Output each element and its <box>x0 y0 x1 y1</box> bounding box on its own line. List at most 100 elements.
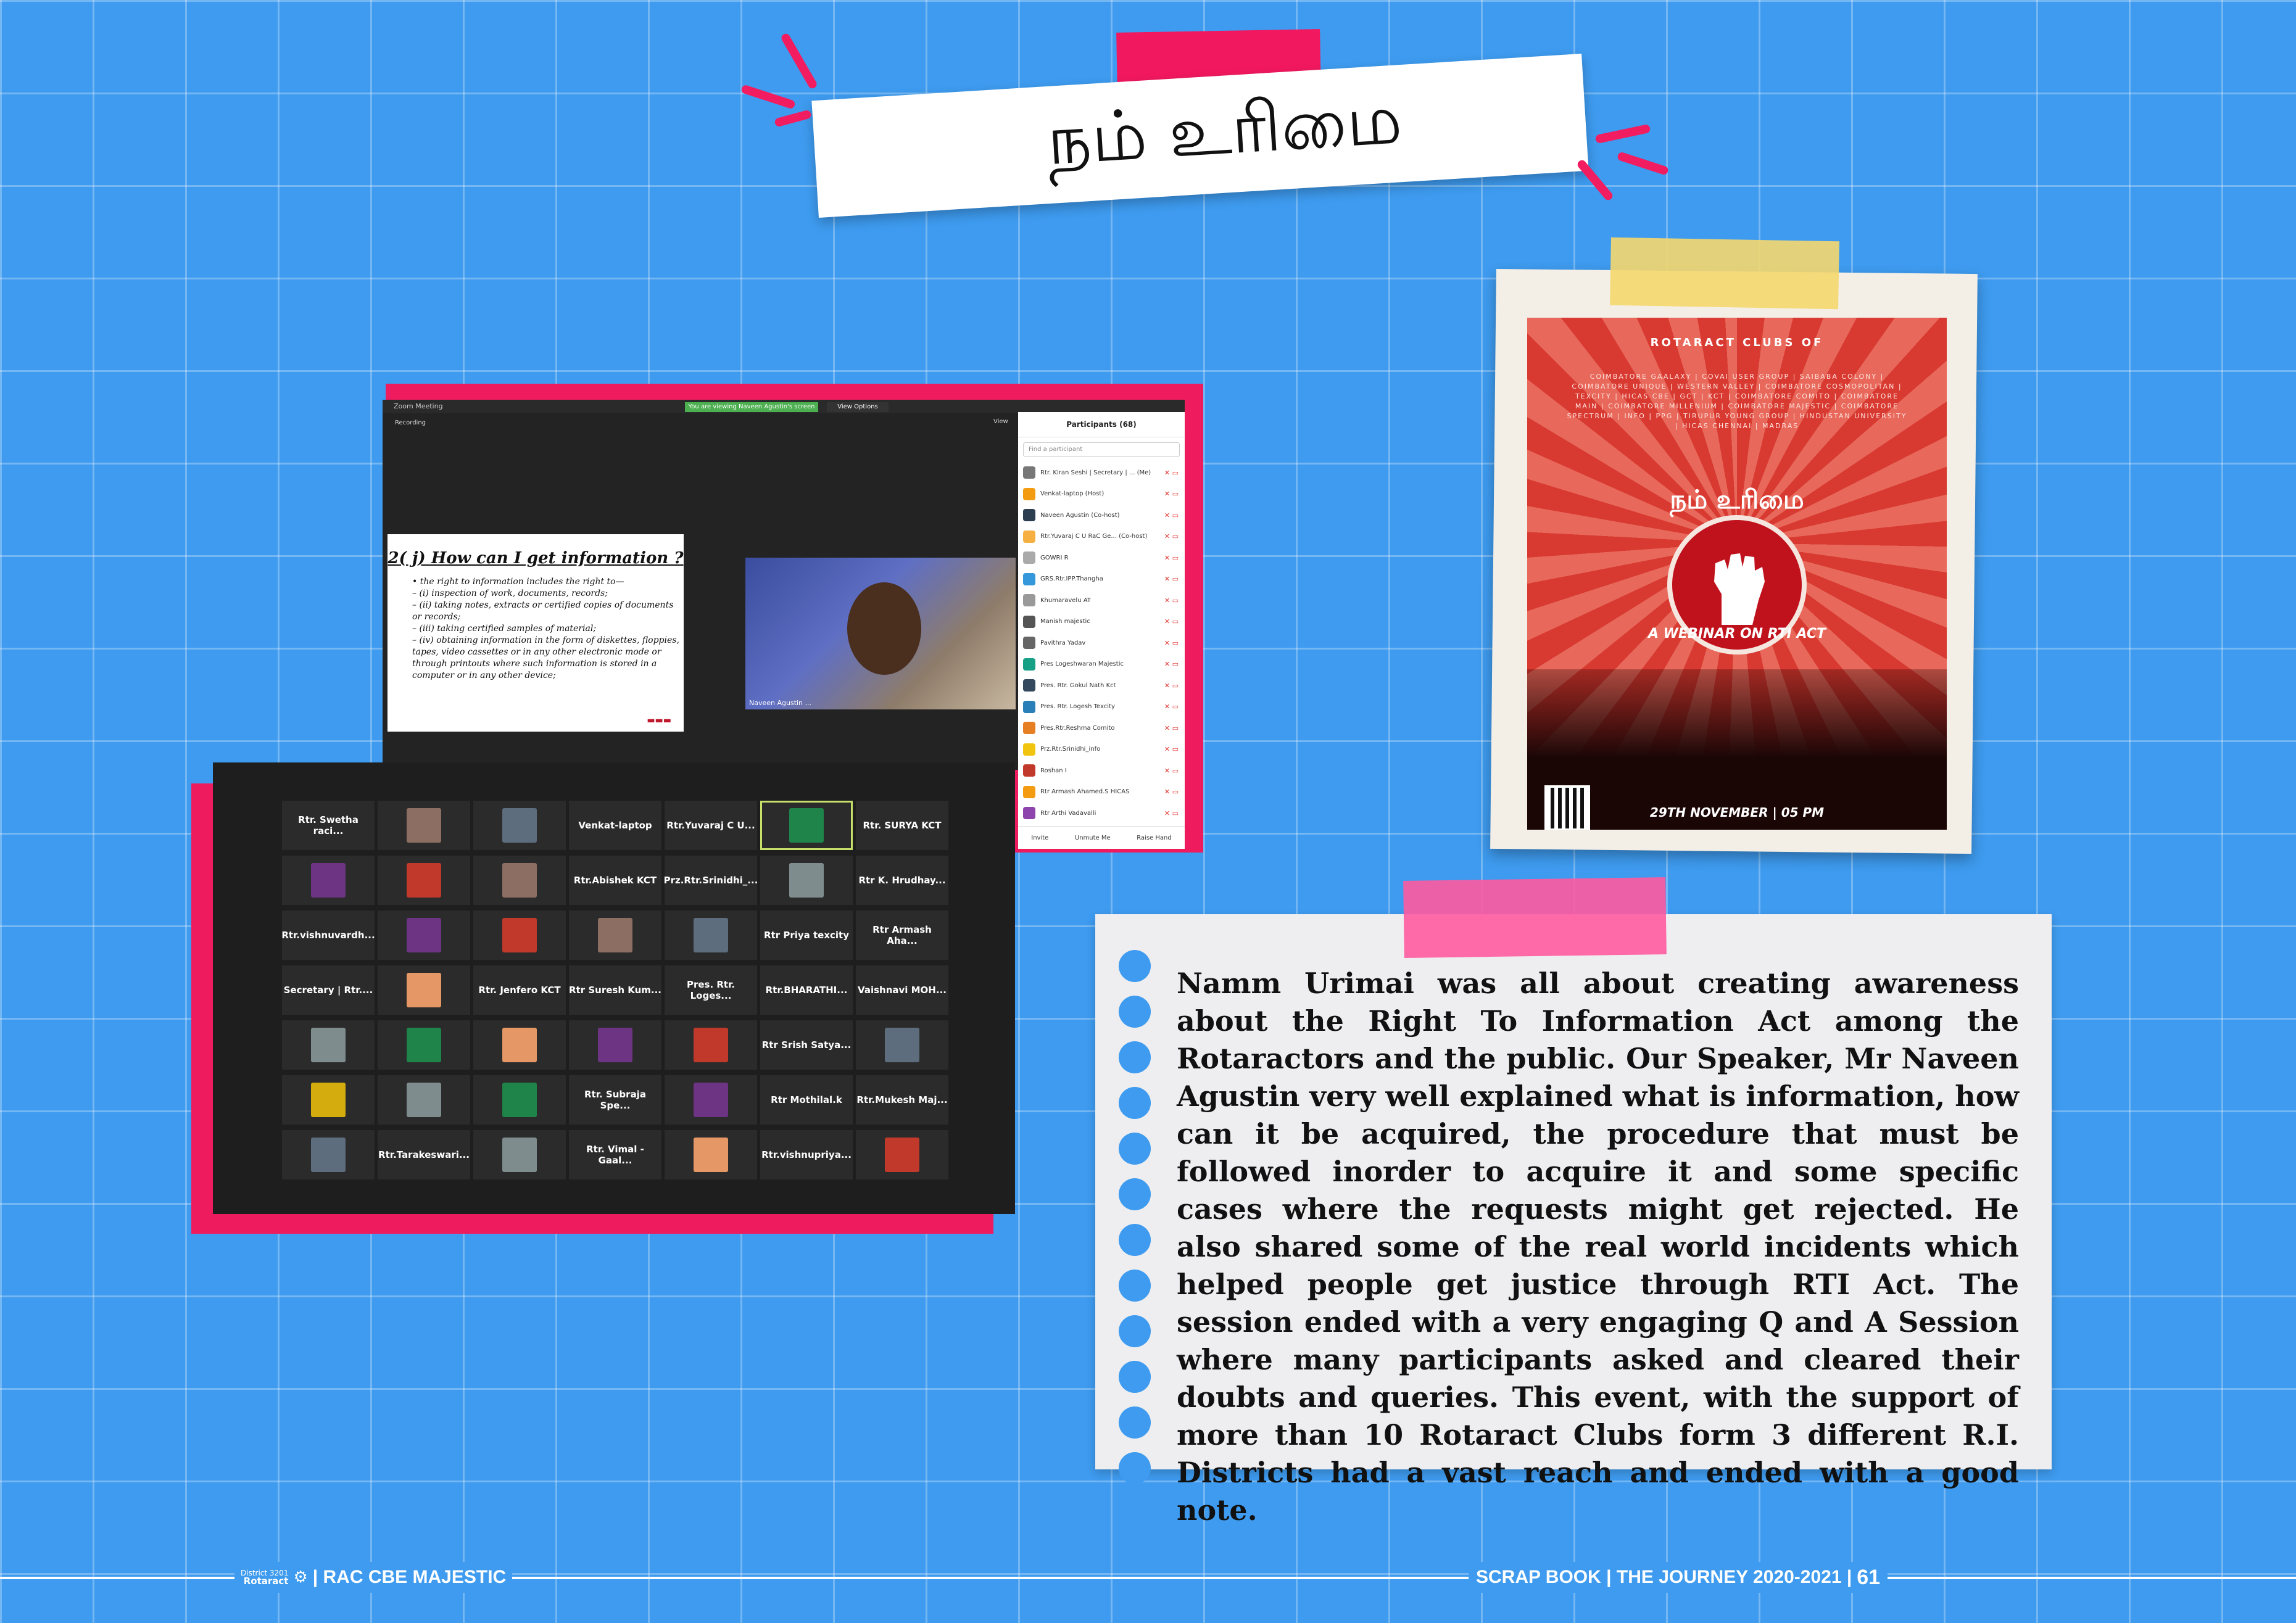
participant-row[interactable]: Pavithra Yadav ✕ ▭ <box>1018 632 1185 654</box>
webinar-poster: ROTARACT CLUBS OF COIMBATORE GAALAXY | C… <box>1527 318 1947 830</box>
participant-tile[interactable]: Rtr Armash Aha... <box>856 911 948 960</box>
participant-tile[interactable] <box>569 911 661 960</box>
participant-tile[interactable]: Vaishnavi MOH... <box>856 965 948 1015</box>
participant-avatar <box>1023 530 1035 543</box>
participant-photo <box>407 1028 441 1062</box>
participant-tile[interactable] <box>665 1130 757 1179</box>
participant-tile[interactable]: Prz.Rtr.Srinidhi_... <box>664 856 758 905</box>
participant-photo <box>694 1083 728 1117</box>
participant-tile[interactable] <box>760 801 853 850</box>
participant-tile[interactable] <box>473 911 566 960</box>
participant-tile[interactable]: Rtr K. Hrudhay... <box>856 856 948 905</box>
participant-tile[interactable]: Rtr Srish Satya... <box>760 1020 853 1070</box>
participant-tile[interactable] <box>856 1130 948 1179</box>
participant-tile[interactable] <box>378 911 470 960</box>
participant-tile[interactable] <box>473 1020 566 1070</box>
participant-row[interactable]: Manish majestic ✕ ▭ <box>1018 611 1185 633</box>
participant-tile[interactable] <box>282 1020 375 1070</box>
participant-row[interactable]: Naveen Agustin (Co-host) ✕ ▭ <box>1018 505 1185 526</box>
participant-tile[interactable]: Rtr Mothilal.k <box>760 1075 853 1125</box>
participant-name: Pres. Rtr. Gokul Nath Kct <box>1040 682 1116 689</box>
binder-hole <box>1119 1178 1151 1210</box>
invite-button[interactable]: Invite <box>1031 835 1048 841</box>
participant-tile[interactable]: Rtr Priya texcity <box>760 911 853 960</box>
participant-row[interactable]: Rtr. Kiran Seshi | Secretary | ... (Me) ✕… <box>1018 462 1185 484</box>
participant-tile[interactable] <box>856 1020 948 1070</box>
participant-tile[interactable]: Rtr.BHARATHI... <box>760 965 853 1015</box>
spark-decoration <box>1594 123 1651 144</box>
participant-tile[interactable] <box>282 1075 375 1125</box>
participant-tile[interactable] <box>473 1130 566 1179</box>
participant-tile[interactable]: Venkat-laptop <box>569 801 661 850</box>
participant-tile[interactable]: Rtr. Swetha raci... <box>282 801 375 850</box>
participant-photo <box>789 863 824 898</box>
slide-line: – (iii) taking certified samples of mate… <box>412 624 597 634</box>
participant-tile[interactable] <box>473 801 566 850</box>
participant-tile[interactable] <box>378 1020 470 1070</box>
participant-tile[interactable]: Rtr.Abishek KCT <box>569 856 661 905</box>
poster-heading: ROTARACT CLUBS OF <box>1650 336 1824 349</box>
participant-tile[interactable]: Rtr. Jenfero KCT <box>473 965 566 1015</box>
participant-tile[interactable] <box>282 856 375 905</box>
spark-decoration <box>779 32 819 90</box>
binder-hole <box>1119 1452 1151 1484</box>
participant-tile[interactable]: Rtr.Yuvaraj C U... <box>665 801 757 850</box>
view-options-button[interactable]: View Options <box>827 402 889 412</box>
view-button[interactable]: View <box>993 418 1008 425</box>
slide-heading: 2( j) How can I get information ? <box>388 549 684 568</box>
participant-row[interactable]: Pres. Rtr. Logesh Texcity ✕ ▭ <box>1018 696 1185 718</box>
screen-share-notice: You are viewing Naveen Agustin's screen <box>685 402 818 412</box>
participant-photo <box>502 808 537 843</box>
participant-avatar <box>1023 679 1035 692</box>
poster-tape <box>1610 237 1839 310</box>
participant-tile[interactable] <box>760 856 853 905</box>
participant-tile[interactable] <box>282 1130 375 1179</box>
raise-hand-button[interactable]: Raise Hand <box>1137 835 1172 841</box>
participant-photo <box>407 973 441 1007</box>
muted-mic-icon: ✕ ▭ <box>1164 638 1179 647</box>
participant-tile[interactable] <box>378 965 470 1015</box>
binder-hole <box>1119 1361 1151 1393</box>
participant-row[interactable]: Venkat-laptop (Host) ✕ ▭ <box>1018 484 1185 505</box>
participant-tile[interactable]: Rtr.Mukesh Maj... <box>856 1075 948 1125</box>
participant-tile[interactable]: Rtr.vishnuvardh... <box>281 911 375 960</box>
participant-tile[interactable] <box>378 856 470 905</box>
participant-row[interactable]: Rtr.Yuvaraj C U RaC Ge... (Co-host) ✕ ▭ <box>1018 526 1185 548</box>
participant-tile[interactable] <box>665 1020 757 1070</box>
participant-row[interactable]: Roshan I ✕ ▭ <box>1018 760 1185 782</box>
participant-tile[interactable]: Rtr Suresh Kum... <box>569 965 661 1015</box>
participant-photo <box>885 1138 919 1172</box>
participant-tile[interactable] <box>665 911 757 960</box>
participant-photo <box>407 808 441 843</box>
participant-tile[interactable]: Rtr. Vimal - Gaal... <box>569 1130 661 1179</box>
participant-avatar <box>1023 637 1035 650</box>
participant-row[interactable]: GOWRI R ✕ ▭ <box>1018 547 1185 569</box>
participant-tile[interactable] <box>473 856 566 905</box>
participant-row[interactable]: GRS.Rtr.IPP.Thangha ✕ ▭ <box>1018 569 1185 590</box>
participant-tile[interactable] <box>569 1020 661 1070</box>
participant-row[interactable]: Rtr Armash Ahamed.S HICAS ✕ ▭ <box>1018 782 1185 803</box>
participant-search-input[interactable]: Find a participant <box>1023 442 1180 457</box>
spark-decoration <box>1575 158 1615 202</box>
participant-tile[interactable]: Rtr.vishnupriya... <box>760 1130 853 1179</box>
participant-tile[interactable] <box>378 801 470 850</box>
participant-tile[interactable] <box>665 1075 757 1125</box>
participant-row[interactable]: Pres. Rtr. Gokul Nath Kct ✕ ▭ <box>1018 675 1185 696</box>
muted-mic-icon: ✕ ▭ <box>1164 468 1179 477</box>
participant-row[interactable]: Khumaravelu AT ✕ ▭ <box>1018 590 1185 611</box>
participant-tile[interactable]: Pres. Rtr. Loges... <box>665 965 757 1015</box>
participant-tile[interactable]: Rtr. Subraja Spe... <box>569 1075 661 1125</box>
unmute-me-button[interactable]: Unmute Me <box>1075 835 1111 841</box>
participant-row[interactable]: Rtr Arthi Vadavalli ✕ ▭ <box>1018 803 1185 824</box>
participant-tile[interactable]: Secretary | Rtr.... <box>282 965 375 1015</box>
footer-right: SCRAP BOOK | THE JOURNEY 2020-2021 | 61 <box>1469 1562 1888 1593</box>
participant-tile[interactable]: Rtr.Tarakeswari... <box>378 1130 470 1179</box>
participant-tile[interactable]: Rtr. SURYA KCT <box>856 801 948 850</box>
participant-photo <box>407 918 441 952</box>
participant-tile[interactable] <box>473 1075 566 1125</box>
participant-row[interactable]: Pres Logeshwaran Majestic ✕ ▭ <box>1018 654 1185 675</box>
participant-row[interactable]: Pres.Rtr.Reshma Comito ✕ ▭ <box>1018 717 1185 739</box>
muted-mic-icon: ✕ ▭ <box>1164 788 1179 796</box>
participant-tile[interactable] <box>378 1075 470 1125</box>
participant-row[interactable]: Prz.Rtr.Srinidhi_info ✕ ▭ <box>1018 739 1185 761</box>
